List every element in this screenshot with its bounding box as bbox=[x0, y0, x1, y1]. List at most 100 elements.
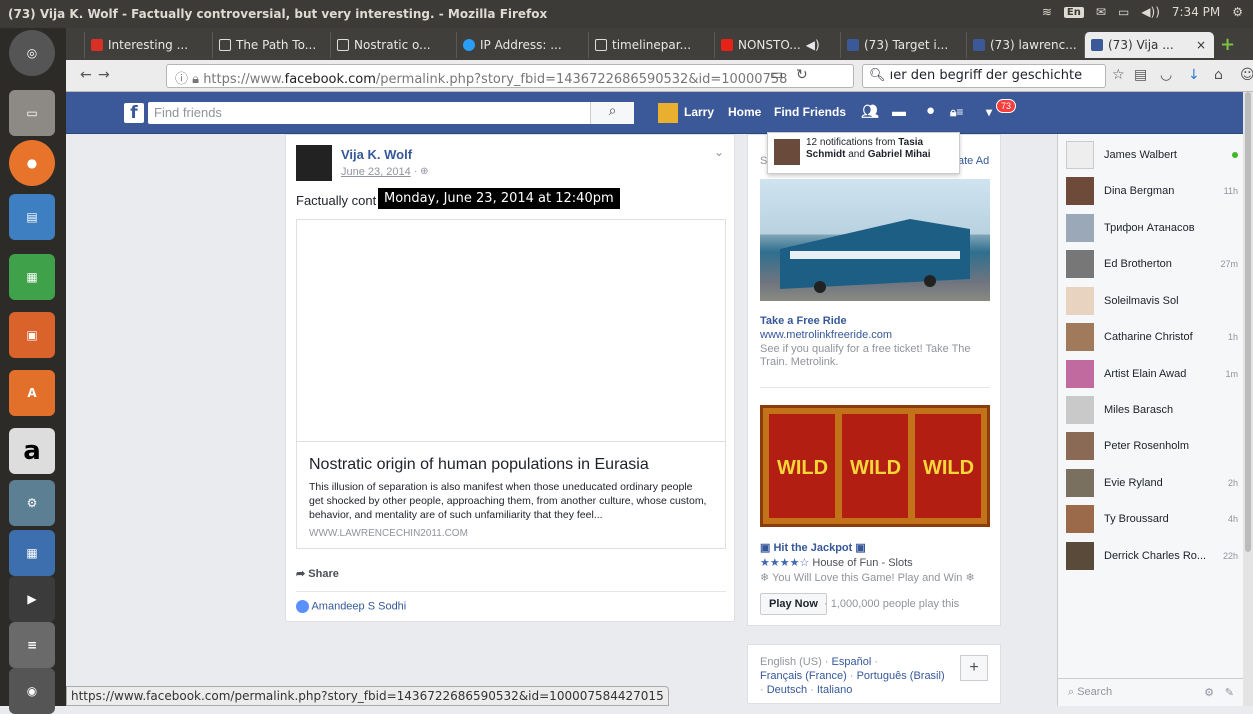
notifications-globe-icon[interactable]: ● bbox=[926, 102, 935, 119]
tab[interactable]: Nostratic o... bbox=[330, 32, 454, 58]
language-link[interactable]: Deutsch bbox=[767, 684, 807, 696]
language-link[interactable]: Português (Brasil) bbox=[857, 670, 945, 682]
volume-icon[interactable]: ◀)) bbox=[1141, 5, 1160, 19]
tab[interactable]: (73) lawrenc... bbox=[966, 32, 1082, 58]
avatar bbox=[1066, 360, 1094, 388]
chat-contact[interactable]: Evie Ryland 2h bbox=[1066, 468, 1238, 498]
media-icon[interactable]: ▶ bbox=[9, 576, 55, 622]
audio-icon[interactable]: ◀) bbox=[806, 38, 820, 52]
keyboard-indicator[interactable]: En bbox=[1063, 6, 1084, 18]
forward-icon[interactable]: → bbox=[98, 67, 110, 83]
notification-popup[interactable]: 12 notifications from Tasia Schmidt and … bbox=[767, 132, 960, 174]
profile-link[interactable]: Larry bbox=[684, 105, 714, 119]
language-link[interactable]: Français (France) bbox=[760, 670, 847, 682]
chat-sidebar: James Walbert Dina Bergman 11h Трифон Ата… bbox=[1057, 134, 1244, 706]
contact-name: Miles Barasch bbox=[1104, 404, 1174, 416]
bookmark-star-icon[interactable]: ☆ bbox=[1112, 67, 1125, 83]
mail-icon[interactable]: ✉ bbox=[1096, 5, 1106, 19]
profile-avatar[interactable] bbox=[658, 103, 678, 123]
add-language-button[interactable]: + bbox=[960, 655, 988, 681]
chat-contact[interactable]: James Walbert bbox=[1066, 140, 1238, 170]
ad-title[interactable]: Take a Free Ride bbox=[760, 315, 847, 327]
train-ad-image[interactable] bbox=[760, 179, 990, 301]
svg-text:WILD: WILD bbox=[850, 457, 901, 479]
messages-icon[interactable]: ▬ bbox=[892, 103, 906, 119]
search-icon[interactable]: ⌕ bbox=[590, 102, 634, 124]
link-title[interactable]: Nostratic origin of human populations in… bbox=[309, 456, 649, 474]
pocket-icon[interactable]: ◡ bbox=[1160, 67, 1172, 83]
close-tab-icon[interactable]: × bbox=[1196, 38, 1206, 52]
find-friends-link[interactable]: Find Friends bbox=[774, 105, 846, 119]
scrollbar-thumb[interactable] bbox=[1245, 92, 1251, 552]
tab[interactable]: NONSTO... ◀) bbox=[714, 32, 838, 58]
software-center-icon[interactable]: A bbox=[9, 370, 55, 416]
reload-icon[interactable]: ↻ bbox=[796, 67, 808, 83]
link-preview[interactable]: Nostratic origin of human populations in… bbox=[296, 219, 726, 549]
chat-contact[interactable]: Soleilmavis Sol bbox=[1066, 286, 1238, 316]
impress-icon[interactable]: ▣ bbox=[9, 312, 55, 358]
firefox-icon[interactable]: ● bbox=[9, 140, 55, 186]
home-icon[interactable]: ⌂ bbox=[1214, 67, 1223, 83]
chat-contact[interactable]: Peter Rosenholm bbox=[1066, 431, 1238, 461]
language-link[interactable]: Español bbox=[832, 656, 872, 668]
wifi-icon[interactable]: ≋ bbox=[1042, 5, 1052, 19]
chat-contact[interactable]: Catharine Christof 1h bbox=[1066, 322, 1238, 352]
chat-contact[interactable]: Artist Elain Awad 1m bbox=[1066, 359, 1238, 389]
chat-contact[interactable]: Ed Brotherton 27m bbox=[1066, 249, 1238, 279]
post-author[interactable]: Vija K. Wolf bbox=[341, 147, 412, 162]
chat-contact[interactable]: Miles Barasch bbox=[1066, 395, 1238, 425]
slots-ad-image[interactable]: WILD WILD WILD bbox=[760, 405, 990, 527]
chat-search-input[interactable]: ⌕ Search ⚙ ✎ bbox=[1058, 678, 1244, 706]
create-ad-link[interactable]: ate Ad bbox=[958, 155, 989, 167]
tab[interactable]: Interesting ... bbox=[84, 32, 210, 58]
tab-active[interactable]: (73) Vija ... × bbox=[1084, 32, 1214, 58]
downloads-icon[interactable]: ↓ bbox=[1188, 67, 1200, 83]
author-avatar[interactable] bbox=[296, 145, 332, 181]
dash-home-icon[interactable]: ◎ bbox=[9, 30, 55, 76]
chat-settings-gear-icon[interactable]: ⚙ bbox=[1204, 686, 1214, 699]
tab[interactable]: timelinepar... bbox=[588, 32, 712, 58]
chat-icon[interactable]: ☺ bbox=[1240, 67, 1253, 83]
tab[interactable]: The Path To... bbox=[212, 32, 328, 58]
reader-view-icon[interactable]: ▭ bbox=[770, 67, 783, 83]
new-message-icon[interactable]: ✎ bbox=[1225, 686, 1234, 699]
svg-text:WILD: WILD bbox=[777, 457, 828, 479]
privacy-shortcuts-icon[interactable]: 🔒︎≡ bbox=[950, 105, 963, 120]
search-input[interactable]: 🔍︎ ıer den begriff der geschichte bbox=[862, 64, 1106, 88]
tab[interactable]: IP Address: ... bbox=[456, 32, 586, 58]
url-bar[interactable]: ⓘ 🔒︎ https://www.facebook.com/permalink.… bbox=[166, 64, 854, 88]
amazon-icon[interactable]: a bbox=[9, 428, 55, 474]
files-icon[interactable]: ▭ bbox=[9, 90, 55, 136]
chat-contact[interactable]: Ty Broussard 4h bbox=[1066, 504, 1238, 534]
ad-site[interactable]: www.metrolinkfreeride.com bbox=[760, 329, 892, 341]
battery-icon[interactable]: ▭ bbox=[1118, 5, 1129, 19]
new-tab-icon[interactable]: + bbox=[1220, 34, 1235, 55]
writer-icon[interactable]: ▤ bbox=[9, 194, 55, 240]
ad-title-row[interactable]: ▣ Hit the Jackpot ▣ bbox=[760, 541, 866, 554]
facebook-logo-icon[interactable]: f bbox=[124, 103, 144, 123]
workspace-icon[interactable]: ▦ bbox=[9, 530, 55, 576]
clock[interactable]: 7:34 PM bbox=[1172, 5, 1220, 19]
bookmarks-list-icon[interactable]: ▤ bbox=[1134, 67, 1147, 83]
dvd-icon[interactable]: ◉ bbox=[9, 668, 55, 714]
home-link[interactable]: Home bbox=[728, 105, 761, 119]
settings-gear-icon[interactable]: ⚙ bbox=[1232, 5, 1243, 19]
play-now-button[interactable]: Play Now bbox=[760, 593, 827, 615]
friend-requests-icon[interactable]: 👥︎ bbox=[861, 103, 879, 120]
fb-search-input[interactable]: Find friends ⌕ bbox=[148, 102, 634, 124]
tab[interactable]: (73) Target i... bbox=[840, 32, 964, 58]
post-date[interactable]: June 23, 2014 bbox=[341, 166, 411, 178]
share-button[interactable]: ➦ Share bbox=[296, 567, 339, 580]
app-icon[interactable]: ⚙ bbox=[9, 480, 55, 526]
back-icon[interactable]: ← bbox=[80, 67, 92, 83]
calc-icon[interactable]: ▦ bbox=[9, 254, 55, 300]
post-options-chevron-down-icon[interactable]: ⌄ bbox=[714, 145, 724, 159]
chat-contact[interactable]: Dina Bergman 11h bbox=[1066, 176, 1238, 206]
launcher-stack-icon[interactable]: ≡ bbox=[9, 622, 55, 668]
language-link[interactable]: Italiano bbox=[817, 684, 852, 696]
liker-name[interactable]: Amandeep S Sodhi bbox=[311, 600, 406, 612]
account-menu-chevron-down-icon[interactable]: ▾ bbox=[986, 105, 992, 119]
page-scrollbar[interactable] bbox=[1243, 92, 1253, 706]
chat-contact[interactable]: Derrick Charles Ro... 22h bbox=[1066, 541, 1238, 571]
chat-contact[interactable]: Трифон Атанасов bbox=[1066, 213, 1238, 243]
